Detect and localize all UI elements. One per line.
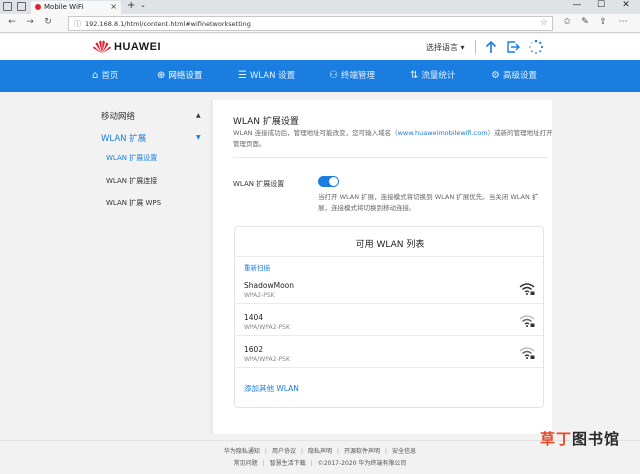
address-bar[interactable]: ⓘ 192.168.8.1/html/content.html#wifinetw…: [68, 16, 553, 31]
brand-name: HUAWEI: [114, 41, 161, 53]
footer-link[interactable]: 用户协议: [272, 448, 296, 455]
wlan-list-item[interactable]: ShadowMoon WPA2-PSK: [235, 275, 543, 304]
browser-navbar: ← → ↻ ⓘ 192.168.8.1/html/content.html#wi…: [0, 14, 640, 33]
language-select[interactable]: 选择语言 ▾: [426, 42, 465, 53]
page-description: WLAN 连接成功后，管理地址可能改变，您可输入域名（www.huaweimob…: [233, 128, 553, 150]
reading-list-icon[interactable]: ✎: [578, 17, 592, 27]
window-close-icon[interactable]: ✕: [617, 0, 635, 10]
desc-text-before: WLAN 连接成功后，管理地址可能改变，您可输入域名（: [233, 129, 398, 137]
share-icon[interactable]: ⇪: [596, 17, 610, 27]
menu-devices-label: 终端管理: [340, 71, 375, 81]
traffic-icon: ⇅: [410, 69, 419, 81]
menu-wlan-label: WLAN 设置: [249, 71, 296, 81]
network-security: WPA/WPA2-PSK: [244, 356, 290, 363]
footer-link[interactable]: 华为隐私通知: [224, 448, 260, 455]
footer-link[interactable]: 隐私声明: [308, 448, 332, 455]
more-menu-icon[interactable]: ⋯: [616, 17, 630, 27]
footer-link[interactable]: 开源软件声明: [344, 448, 380, 455]
menu-wlan-settings[interactable]: ☰ WLAN 设置: [238, 69, 296, 82]
header-divider: [475, 40, 476, 54]
watermark-part-2: 图书馆: [572, 430, 621, 448]
menu-traffic-label: 流量统计: [421, 71, 456, 81]
tab-favicon-icon: [35, 4, 41, 10]
wifi-icon: ☰: [238, 69, 247, 81]
sidebar-item-wlan-extension-connection[interactable]: WLAN 扩展连接: [106, 176, 157, 186]
minimize-icon[interactable]: —: [568, 0, 586, 10]
footer-link[interactable]: 安全信息: [392, 448, 416, 455]
devices-icon: ⚇: [329, 69, 338, 81]
tab-dropdown-icon[interactable]: ⌄: [140, 1, 146, 9]
page-title: WLAN 扩展设置: [233, 117, 299, 127]
wlan-list-item[interactable]: 1404 WPA/WPA2-PSK: [235, 307, 543, 336]
home-icon: ⌂: [92, 69, 99, 81]
wlan-list-item[interactable]: 1602 WPA/WPA2-PSK: [235, 339, 543, 368]
address-text[interactable]: 192.168.8.1/html/content.html#wifinetwor…: [85, 20, 251, 28]
tab-close-icon[interactable]: ×: [110, 2, 117, 11]
window-menu-icon[interactable]: [3, 2, 12, 11]
network-name: 1404: [244, 313, 264, 322]
page-header: HUAWEI 选择语言 ▾: [0, 34, 640, 60]
wlan-extension-toggle[interactable]: [318, 176, 339, 187]
gear-icon: ⚙: [491, 69, 500, 81]
rescan-link[interactable]: 重新扫描: [244, 262, 270, 272]
huawei-logo-icon: [93, 40, 111, 54]
favorites-icon[interactable]: ✩: [560, 17, 574, 27]
menu-home[interactable]: ⌂ 首页: [92, 69, 119, 82]
menu-traffic-stats[interactable]: ⇅ 流量统计: [410, 69, 456, 82]
card-divider: [235, 256, 543, 257]
setting-label: WLAN 扩展设置: [233, 180, 285, 188]
network-name: ShadowMoon: [244, 281, 294, 290]
network-security: WPA/WPA2-PSK: [244, 324, 290, 331]
maximize-icon[interactable]: ☐: [592, 0, 610, 10]
sidebar-item-mobile-network[interactable]: 移动网络: [101, 110, 135, 122]
sidebar-item-wlan-extension[interactable]: WLAN 扩展: [101, 132, 146, 144]
domain-link[interactable]: www.huaweimobilewifi.com: [398, 129, 488, 137]
forward-icon[interactable]: →: [24, 17, 36, 27]
network-name: 1602: [244, 345, 264, 354]
wifi-signal-locked-icon: [519, 315, 535, 327]
sidebar: 移动网络 ▲ WLAN 扩展 ▼ WLAN 扩展设置 WLAN 扩展连接 WLA…: [92, 100, 212, 434]
wlan-list-card: 可用 WLAN 列表 重新扫描 ShadowMoon WPA2-PSK 1404…: [234, 226, 544, 408]
back-icon[interactable]: ←: [6, 17, 18, 27]
watermark: 草丁图书馆: [540, 428, 620, 449]
sidebar-item-wlan-extension-settings[interactable]: WLAN 扩展设置: [106, 153, 157, 163]
reload-icon[interactable]: ↻: [42, 17, 54, 27]
new-tab-button[interactable]: +: [127, 0, 135, 11]
favorite-star-icon[interactable]: ☆: [540, 18, 548, 28]
page-info-icon[interactable]: ⓘ: [74, 19, 81, 29]
footer-link[interactable]: 智慧生活下载: [270, 460, 306, 467]
toggle-knob: [329, 177, 338, 186]
watermark-part-1: 草丁: [540, 430, 573, 448]
wlan-list-title: 可用 WLAN 列表: [355, 240, 425, 250]
expand-down-icon[interactable]: ▼: [196, 134, 201, 141]
browser-tab[interactable]: Mobile WiFi ×: [31, 1, 121, 14]
menu-advanced-label: 高级设置: [502, 71, 537, 81]
wifi-signal-locked-icon: [519, 283, 535, 295]
section-divider: [233, 157, 548, 158]
sidebar-item-wlan-extension-wps[interactable]: WLAN 扩展 WPS: [106, 198, 161, 208]
menu-home-label: 首页: [101, 71, 119, 81]
menu-network-settings[interactable]: ⊕ 网络设置: [157, 69, 203, 82]
add-other-wlan-link[interactable]: 添加其他 WLAN: [244, 383, 299, 394]
logout-icon[interactable]: [505, 39, 521, 55]
globe-icon: ⊕: [157, 69, 166, 81]
collapse-up-icon[interactable]: ▲: [196, 112, 201, 119]
menu-network-label: 网络设置: [168, 71, 203, 81]
network-security: WPA2-PSK: [244, 292, 275, 299]
main-panel: WLAN 扩展设置 WLAN 连接成功后，管理地址可能改变，您可输入域名（www…: [213, 100, 553, 434]
setting-description: 当打开 WLAN 扩展，连接模式将切换到 WLAN 扩展优先。当关闭 WLAN …: [318, 193, 539, 212]
wifi-signal-locked-icon: [519, 347, 535, 359]
menu-device-management[interactable]: ⚇ 终端管理: [329, 69, 375, 82]
browser-titlebar: Mobile WiFi × + ⌄ — ☐ ✕: [0, 0, 640, 14]
upload-arrow-icon[interactable]: [483, 39, 499, 55]
tab-actions-icon[interactable]: [17, 2, 26, 11]
menu-advanced-settings[interactable]: ⚙ 高级设置: [491, 69, 537, 82]
main-menu: ⌂ 首页 ⊕ 网络设置 ☰ WLAN 设置 ⚇ 终端管理 ⇅ 流量统计 ⚙ 高级…: [0, 60, 640, 92]
footer-links-row-2: 常见问题 | 智慧生活下载 | ©2017-2020 华为终端有限公司: [233, 460, 407, 467]
tab-title: Mobile WiFi: [44, 3, 84, 11]
copyright: ©2017-2020 华为终端有限公司: [317, 460, 407, 467]
loading-spinner-icon: [529, 39, 544, 54]
footer-link[interactable]: 常见问题: [234, 460, 258, 467]
